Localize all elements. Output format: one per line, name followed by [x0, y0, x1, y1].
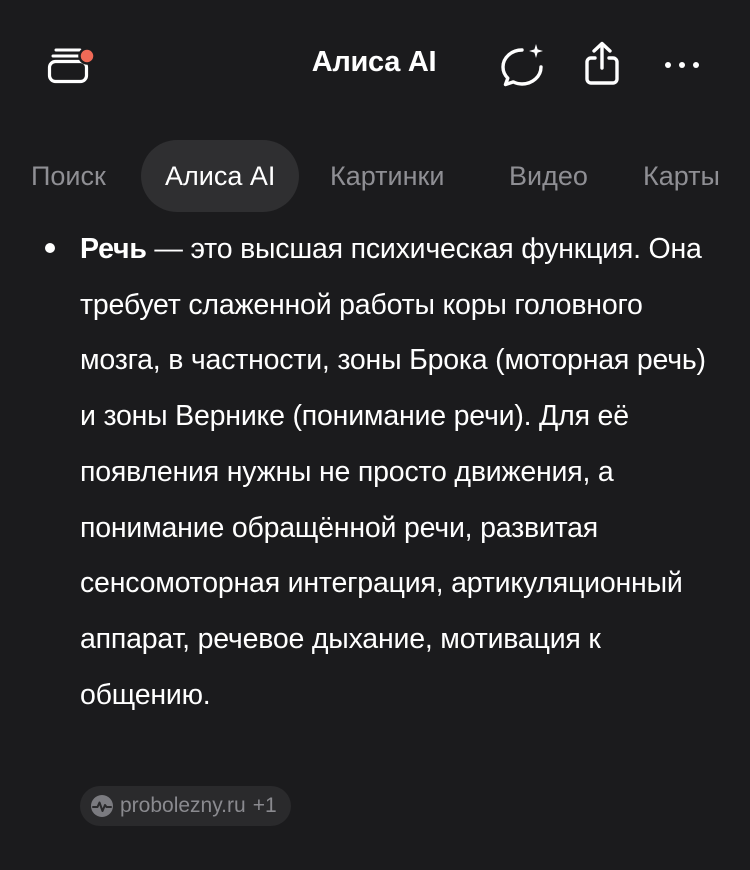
tab-maps[interactable]: Карты — [643, 140, 720, 212]
bullet-point — [45, 243, 55, 253]
source-label: probolezny.ru — [120, 794, 246, 817]
source-extra-count: +1 — [252, 794, 277, 817]
source-favicon-icon — [90, 794, 114, 818]
share-icon[interactable] — [582, 40, 622, 86]
source-chip[interactable]: probolezny.ru +1 — [80, 786, 291, 826]
tab-alisa-ai[interactable]: Алиса AI — [141, 140, 300, 212]
page-title: Алиса AI — [0, 46, 750, 79]
new-chat-icon[interactable] — [498, 42, 546, 88]
top-bar: Алиса AI — [0, 0, 750, 130]
answer-text: — это высшая психическая функция. Она тр… — [80, 233, 706, 711]
answer-paragraph: Речь — это высшая психическая функция. О… — [80, 222, 720, 723]
tab-video[interactable]: Видео — [509, 140, 588, 212]
tab-search[interactable]: Поиск — [31, 140, 106, 212]
page-title-text: Алиса AI — [311, 46, 437, 78]
term-bold: Речь — [80, 233, 147, 265]
search-tabs: Поиск Алиса AI Картинки Видео Карты — [0, 140, 750, 214]
tab-images[interactable]: Картинки — [330, 140, 444, 212]
more-icon[interactable] — [662, 50, 702, 80]
